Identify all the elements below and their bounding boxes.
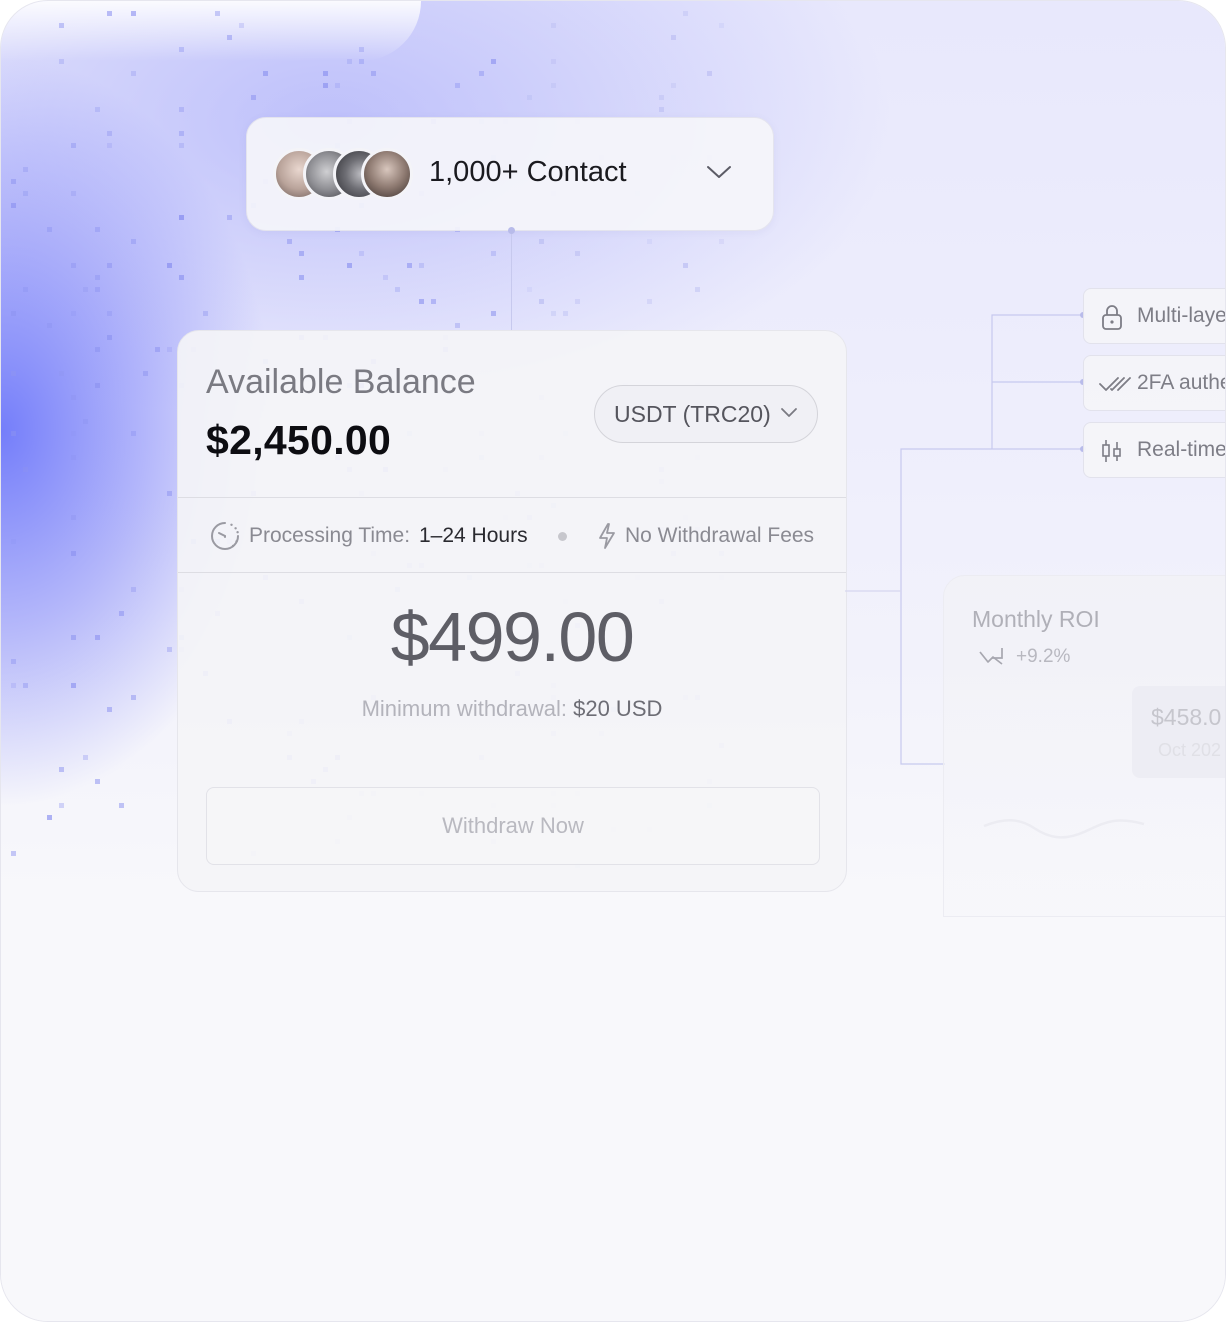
roi-change: +9.2% (1016, 646, 1071, 667)
lock-icon (1102, 305, 1122, 330)
feature-multilayer-security: Multi-laye (1083, 288, 1226, 344)
tooltip-value: $458.0 (1151, 704, 1222, 730)
candlestick-icon (1102, 440, 1121, 462)
feature-label: 2FA authe (1137, 371, 1226, 394)
feature-label: Real-time (1137, 438, 1226, 461)
feature-2fa: 2FA authe (1083, 355, 1226, 411)
roi-sparkline (983, 819, 1145, 839)
feature-realtime: Real-time (1083, 422, 1226, 478)
trend-up-icon (979, 648, 1003, 665)
tooltip-date: Oct 202 (1158, 740, 1222, 760)
hero-frame: 1,000+ Contact Available Balance $2,450.… (0, 0, 1226, 1322)
roi-title: Monthly ROI (972, 606, 1100, 632)
feature-label: Multi-laye (1137, 304, 1226, 327)
monthly-roi-card: Monthly ROI +9.2% $458.0 Oct 202 (943, 575, 1225, 917)
double-check-icon (1099, 377, 1131, 391)
chart-tooltip: $458.0 Oct 202 (1132, 686, 1225, 778)
